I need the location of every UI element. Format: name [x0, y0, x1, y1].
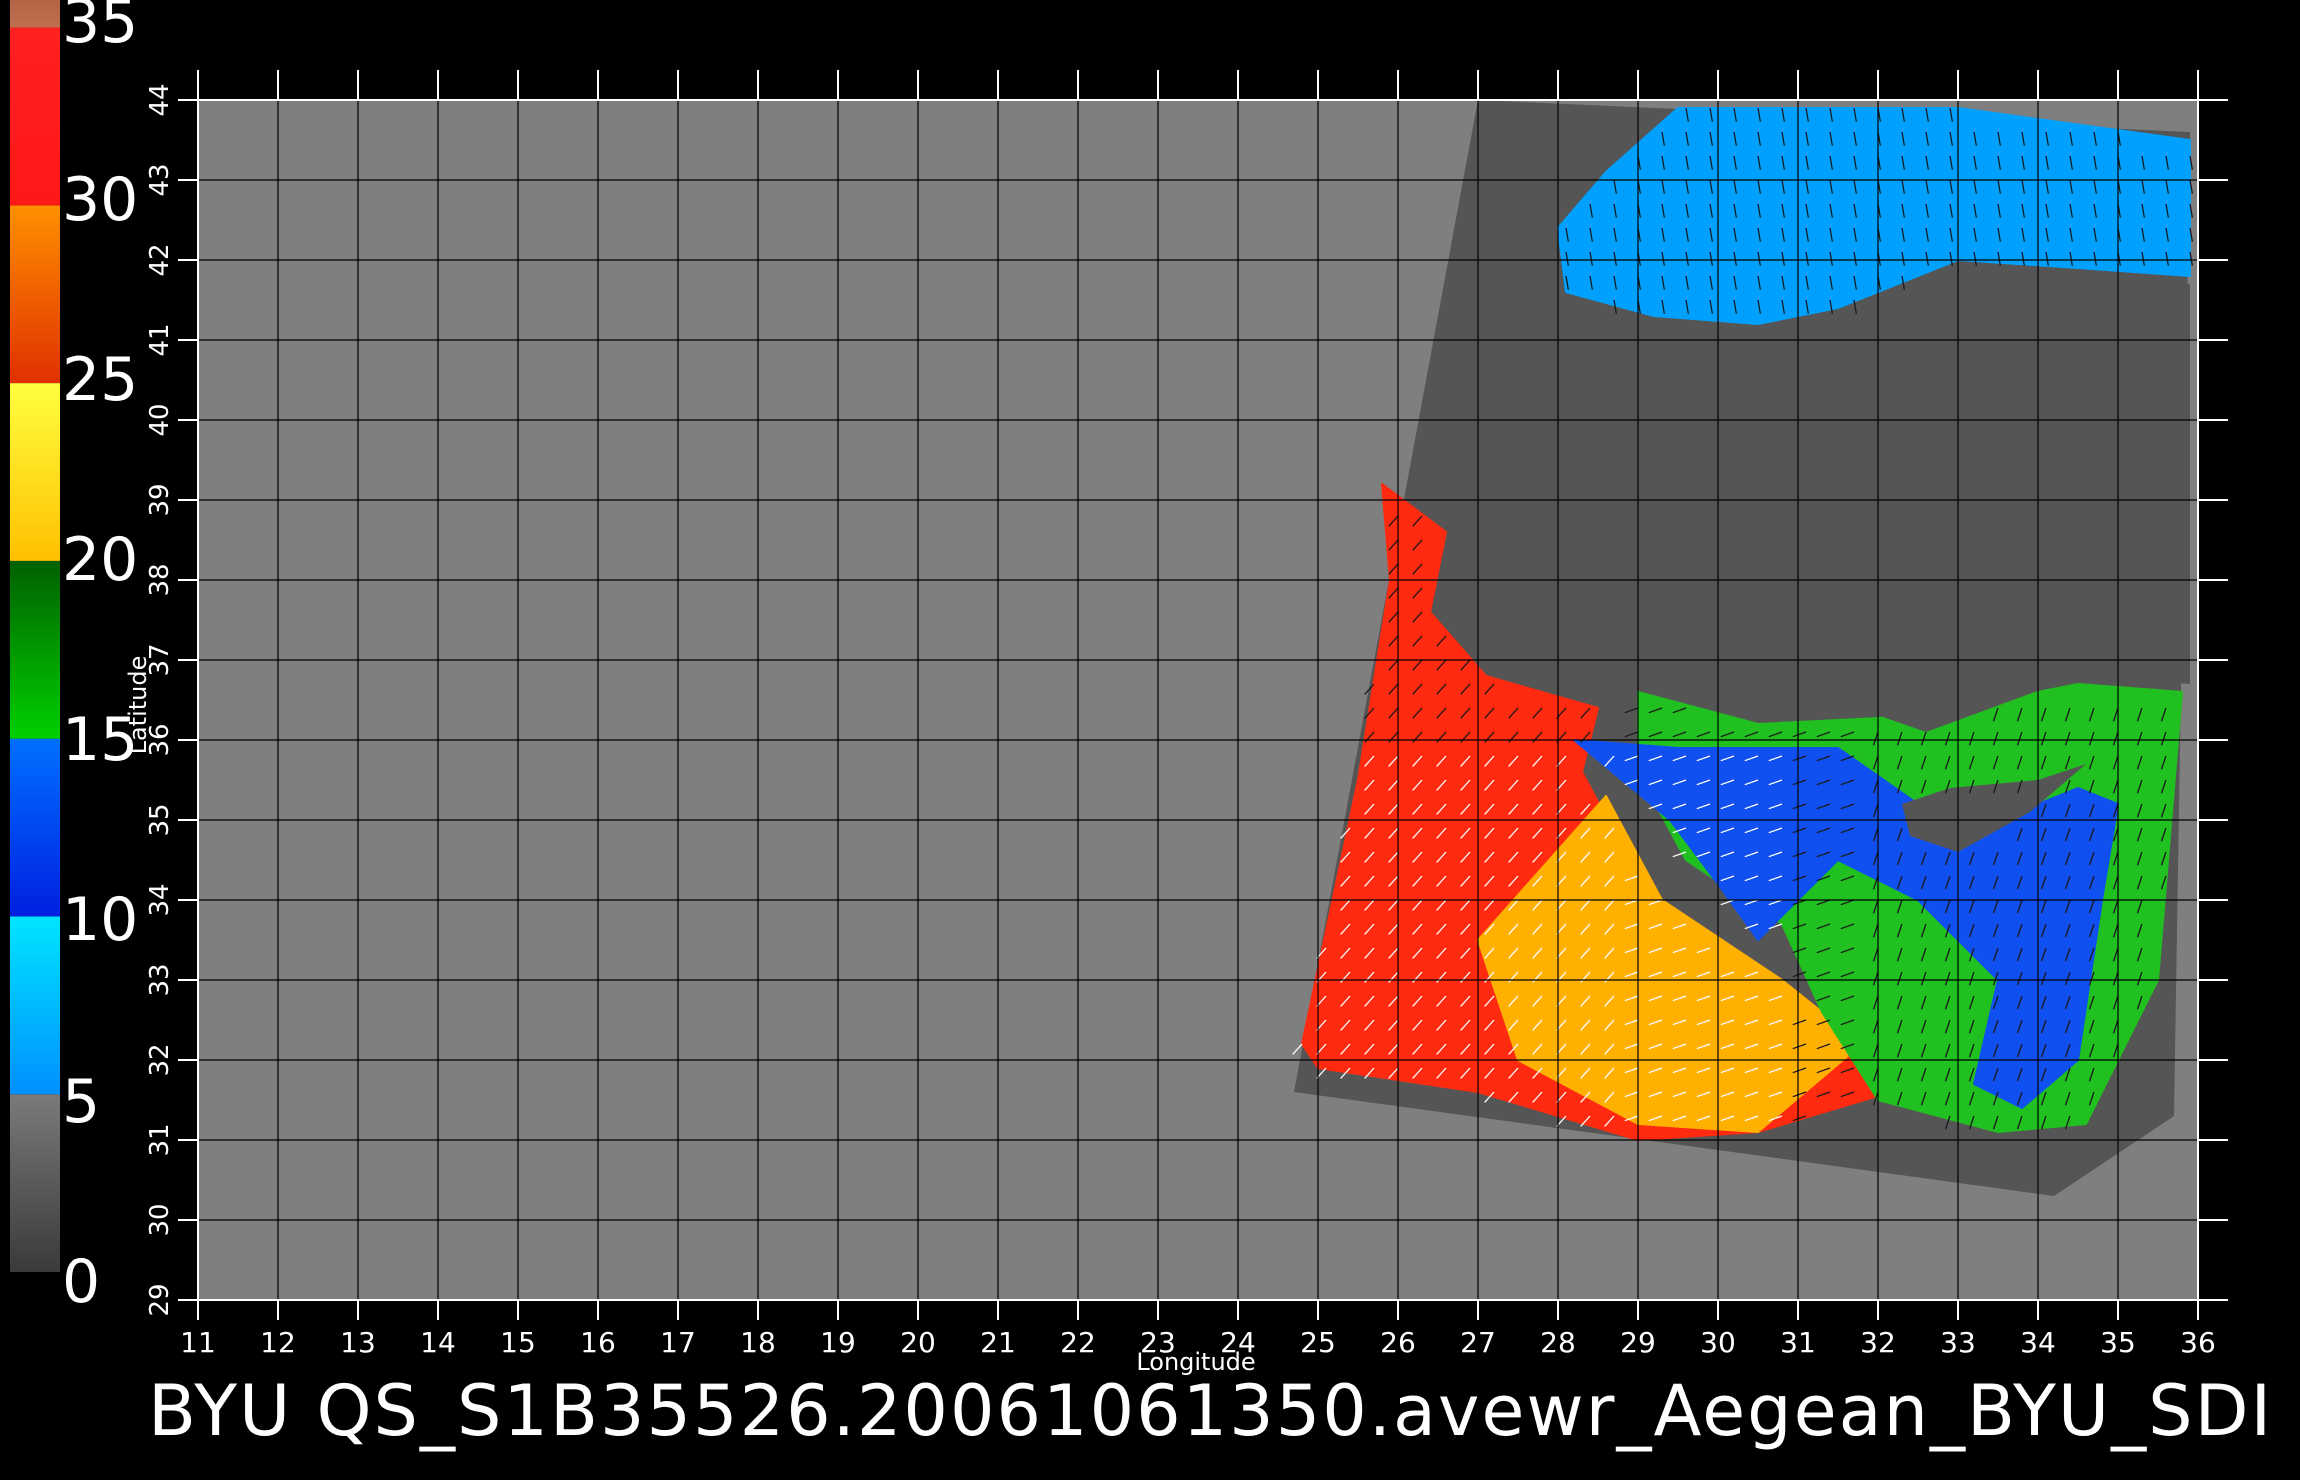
y-tick-label-41: 41 [145, 323, 175, 356]
x-tick-label-17: 17 [660, 1326, 696, 1359]
x-tick-label-29: 29 [1620, 1326, 1656, 1359]
x-tick-label-11: 11 [180, 1326, 216, 1359]
x-tick-label-35: 35 [2100, 1326, 2136, 1359]
x-tick-label-28: 28 [1540, 1326, 1576, 1359]
y-tick-label-43: 43 [145, 163, 175, 196]
y-tick-label-29: 29 [145, 1283, 175, 1316]
x-tick-label-12: 12 [260, 1326, 296, 1359]
land-turkey-anatolia [1494, 284, 2190, 732]
colorbar-band-0-5 [10, 1094, 60, 1272]
y-tick-label-44: 44 [145, 83, 175, 116]
wind-map: 11 12 13 14 15 16 17 18 19 20 21 22 23 24 25 26 27 28 29 30… [10, 0, 2228, 1376]
colorbar-band-20-25 [10, 383, 60, 561]
y-tick-label-40: 40 [145, 403, 175, 436]
x-tick-label-15: 15 [500, 1326, 536, 1359]
x-tick-label-34: 34 [2020, 1326, 2056, 1359]
y-tick-label-38: 38 [145, 563, 175, 596]
x-tick-label-31: 31 [1780, 1326, 1816, 1359]
x-tick-label-19: 19 [820, 1326, 856, 1359]
image-title: BYU QS_S1B35526.20061061350.avewr_Aegean… [148, 1370, 2274, 1452]
x-tick-label-32: 32 [1860, 1326, 1896, 1359]
x-tick-label-20: 20 [900, 1326, 936, 1359]
y-tick-label-42: 42 [145, 243, 175, 276]
x-tick-label-14: 14 [420, 1326, 456, 1359]
x-tick-label-36: 36 [2180, 1326, 2216, 1359]
x-tick-label-18: 18 [740, 1326, 776, 1359]
colorbar-band-35-37 [10, 0, 60, 28]
y-tick-label-31: 31 [145, 1123, 175, 1156]
x-tick-label-21: 21 [980, 1326, 1016, 1359]
x-tick-label-30: 30 [1700, 1326, 1736, 1359]
x-tick-label-26: 26 [1380, 1326, 1416, 1359]
y-tick-label-35: 35 [145, 803, 175, 836]
y-tick-label-33: 33 [145, 963, 175, 996]
y-tick-label-30: 30 [145, 1203, 175, 1236]
colorbar-band-30-35 [10, 27, 60, 206]
x-tick-label-25: 25 [1300, 1326, 1336, 1359]
colorbar-band-15-20 [10, 560, 60, 739]
x-tick-label-27: 27 [1460, 1326, 1496, 1359]
y-tick-label-34: 34 [145, 883, 175, 916]
x-tick-label-22: 22 [1060, 1326, 1096, 1359]
colorbar-band-25-30 [10, 205, 60, 384]
x-tick-label-16: 16 [580, 1326, 616, 1359]
y-tick-label-32: 32 [145, 1043, 175, 1076]
x-tick-label-33: 33 [1940, 1326, 1976, 1359]
y-tick-label-39: 39 [145, 483, 175, 516]
x-tick-label-13: 13 [340, 1326, 376, 1359]
colorbar-band-10-15 [10, 738, 60, 917]
colorbar-band-5-10 [10, 916, 60, 1095]
y-axis-label: Latitude [124, 656, 152, 755]
